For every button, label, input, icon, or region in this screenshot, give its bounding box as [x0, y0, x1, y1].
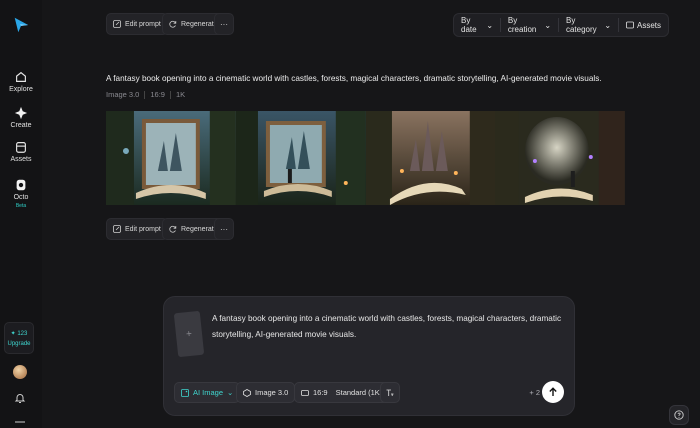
arrow-up-icon — [549, 387, 557, 396]
sidebar-item-label: Create — [10, 122, 32, 129]
sidebar: Explore Create Assets Octo Beta ✦ 123 Up… — [0, 0, 42, 428]
filter-bar: By date ⌄ By creation ⌄ By category ⌄ As… — [453, 13, 669, 37]
menu-icon[interactable] — [15, 420, 25, 428]
chevron-down-icon: ⌄ — [486, 20, 494, 30]
resolution: 1K — [175, 90, 186, 99]
text-settings-button[interactable] — [380, 382, 400, 403]
home-icon — [16, 71, 26, 82]
chevron-down-icon: ⌄ — [604, 20, 612, 30]
generated-images — [106, 111, 625, 205]
quality-label: Standard (1K) — [335, 388, 383, 397]
generated-image[interactable] — [495, 111, 625, 205]
bell-icon[interactable] — [14, 392, 26, 404]
model-select[interactable]: Image 3.0 — [236, 382, 296, 403]
prompt-input[interactable]: A fantasy book opening into a cinematic … — [212, 311, 572, 343]
chevron-down-icon: ⌄ — [227, 388, 234, 397]
edit-prompt-label: Edit prompt — [125, 20, 161, 28]
sidebar-item-create[interactable]: Create — [10, 106, 32, 129]
filter-by-category[interactable]: By category ⌄ — [559, 14, 618, 36]
divider — [144, 90, 146, 99]
upgrade-label: Upgrade — [7, 340, 31, 347]
aspect-ratio-icon — [301, 389, 309, 396]
octo-icon — [16, 179, 26, 191]
edit-prompt-button[interactable]: Edit prompt — [106, 218, 168, 240]
image-icon — [181, 388, 189, 397]
generation-prompt: A fantasy book opening into a cinematic … — [106, 74, 602, 83]
edit-icon — [113, 20, 121, 28]
sparkle-icon — [14, 106, 28, 120]
prompt-composer: + A fantasy book opening into a cinemati… — [163, 296, 575, 416]
mode-select[interactable]: AI Image ⌄ — [174, 382, 241, 403]
filter-label: By date — [461, 16, 477, 34]
cube-icon — [243, 388, 251, 397]
ellipsis-icon: ··· — [220, 224, 228, 234]
chevron-down-icon: ⌄ — [544, 20, 552, 30]
text-icon — [386, 389, 394, 396]
credit-cost: + 2 — [529, 388, 540, 397]
sidebar-item-octo[interactable]: Octo Beta — [13, 178, 29, 209]
filter-label: By creation — [507, 16, 537, 34]
folder-icon — [626, 21, 634, 29]
sidebar-item-label: Assets — [10, 156, 32, 163]
edit-icon — [113, 225, 121, 233]
settings-select[interactable]: 16:9 Standard (1K) — [294, 382, 390, 403]
help-button[interactable] — [669, 405, 689, 425]
plus-icon: + — [185, 328, 193, 340]
generated-image[interactable] — [106, 111, 236, 205]
sidebar-item-label: Octo — [13, 194, 29, 201]
sidebar-item-explore[interactable]: Explore — [9, 70, 33, 93]
sidebar-item-assets[interactable]: Assets — [10, 140, 32, 163]
credits-count: ✦ 123 — [10, 330, 28, 337]
more-options-button[interactable]: ··· — [214, 218, 234, 240]
edit-prompt-label: Edit prompt — [125, 225, 161, 233]
avatar[interactable] — [13, 365, 27, 379]
ellipsis-icon: ··· — [220, 19, 228, 29]
model-name: Image 3.0 — [106, 90, 140, 99]
send-button[interactable] — [542, 381, 564, 403]
add-reference-image-button[interactable]: + — [173, 310, 205, 358]
filter-by-creation[interactable]: By creation ⌄ — [501, 14, 558, 36]
generated-image[interactable] — [365, 111, 496, 205]
refresh-icon — [169, 20, 177, 28]
aspect-ratio: 16:9 — [150, 90, 165, 99]
more-options-button[interactable]: ··· — [214, 13, 234, 35]
help-icon — [674, 410, 684, 420]
beta-badge: Beta — [15, 203, 27, 209]
regenerate-label: Regenerate — [181, 225, 218, 233]
filter-label: Assets — [637, 20, 662, 30]
app-logo-icon[interactable] — [12, 16, 30, 34]
credits-upgrade-button[interactable]: ✦ 123 Upgrade — [4, 322, 34, 354]
folder-icon — [16, 142, 26, 153]
sidebar-item-label: Explore — [9, 86, 33, 93]
regenerate-label: Regenerate — [181, 20, 218, 28]
generated-image[interactable] — [235, 111, 366, 205]
mode-label: AI Image — [193, 388, 224, 397]
filter-by-date[interactable]: By date ⌄ — [454, 14, 500, 36]
divider — [169, 90, 171, 99]
filter-label: By category — [565, 16, 597, 34]
generation-meta: Image 3.0 16:9 1K — [106, 90, 185, 99]
ratio-label: 16:9 — [313, 388, 328, 397]
assets-filter-button[interactable]: Assets — [619, 14, 668, 36]
refresh-icon — [169, 225, 177, 233]
edit-prompt-button[interactable]: Edit prompt — [106, 13, 168, 35]
model-label: Image 3.0 — [255, 388, 289, 397]
